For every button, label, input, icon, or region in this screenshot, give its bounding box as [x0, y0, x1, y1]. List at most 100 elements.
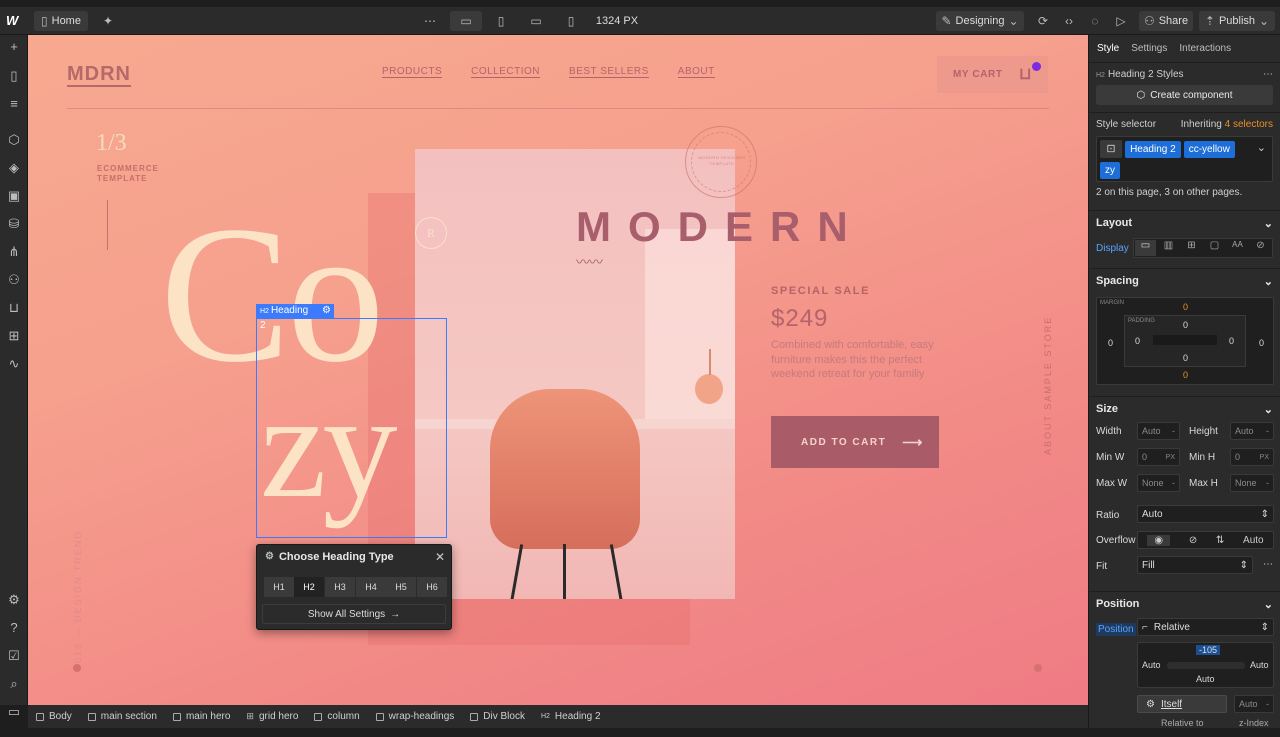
ratio-select[interactable]: Auto ⇕ [1137, 505, 1274, 523]
breadcrumb-wrap-headings[interactable]: wrap-headings [375, 711, 454, 722]
display-inline-block-icon[interactable]: ▢ [1204, 240, 1225, 256]
search-icon[interactable]: ⌕ [6, 676, 22, 692]
selector-heading-2[interactable]: Heading 2 [1125, 141, 1181, 158]
nav-about[interactable]: ABOUT [677, 66, 715, 78]
webflow-logo-icon[interactable]: W [6, 13, 22, 29]
heading-h6-button[interactable]: H6 [417, 577, 447, 597]
breadcrumb-main-section[interactable]: main section [87, 711, 157, 722]
more-icon[interactable]: ⋯ [1263, 69, 1273, 80]
overflow-scroll-icon[interactable]: ⇅ [1216, 535, 1224, 546]
video-icon[interactable]: ▭ [6, 704, 22, 720]
heading-h2-button[interactable]: H2 [294, 577, 324, 597]
site-logo[interactable]: MDRN [67, 63, 131, 87]
display-grid-icon[interactable]: ⊞ [1181, 240, 1202, 256]
nav-products[interactable]: PRODUCTS [382, 66, 443, 78]
selector-zy[interactable]: zy [1100, 162, 1120, 179]
users-icon[interactable]: ⚇ [6, 272, 22, 288]
breadcrumb-column[interactable]: column [314, 711, 360, 722]
design-canvas[interactable]: MDRN PRODUCTS COLLECTION BEST SELLERS AB… [28, 35, 1088, 705]
selector-field[interactable]: ⊡ Heading 2 cc-yellow ⌄ zy [1096, 136, 1273, 182]
padding-top-value[interactable]: 0 [1183, 320, 1188, 330]
display-block-icon[interactable]: ▭ [1135, 240, 1156, 256]
max-width-input[interactable]: None - [1137, 474, 1180, 492]
more-icon[interactable]: ⋯ [1263, 559, 1273, 570]
magic-wand-icon[interactable]: ✦ [98, 11, 118, 31]
publish-button[interactable]: ⇡ Publish ⌄ [1199, 11, 1275, 31]
add-to-cart-button[interactable]: ADD TO CART ⟶ [771, 416, 939, 468]
overflow-hidden-icon[interactable]: ⊘ [1189, 535, 1197, 546]
selector-cc-yellow[interactable]: cc-yellow [1183, 141, 1235, 158]
margin-bottom-value[interactable]: 0 [1183, 370, 1188, 380]
breadcrumb-main-hero[interactable]: main hero [172, 711, 230, 722]
breadcrumb-body[interactable]: Body [36, 711, 72, 722]
assets-icon[interactable]: ▣ [6, 188, 22, 204]
pages-icon[interactable]: ▯ [6, 68, 22, 84]
heading-h3-button[interactable]: H3 [325, 577, 355, 597]
relative-to-button[interactable]: ⚙ Itself [1137, 695, 1227, 713]
components-icon[interactable]: ⬡ [6, 132, 22, 148]
padding-bottom-value[interactable]: 0 [1183, 353, 1188, 363]
home-button[interactable]: ▯ Home [34, 11, 88, 31]
selected-element-tag[interactable]: H2 Heading 2 [256, 304, 320, 331]
desktop-breakpoint-icon[interactable]: ▭ [450, 11, 482, 31]
min-height-input[interactable]: 0 PX [1230, 448, 1274, 466]
tab-interactions[interactable]: Interactions [1179, 43, 1231, 54]
audit-icon[interactable]: ☑ [6, 648, 22, 664]
position-right-value[interactable]: Auto [1250, 660, 1269, 670]
inheriting-count[interactable]: 4 selectors [1225, 119, 1273, 130]
max-height-input[interactable]: None - [1230, 474, 1274, 492]
cms-icon[interactable]: ⛁ [6, 216, 22, 232]
display-inline-icon[interactable]: AA [1227, 240, 1248, 256]
help-icon[interactable]: ? [6, 620, 22, 636]
close-icon[interactable]: ✕ [435, 550, 445, 564]
ecommerce-icon[interactable]: ⊔ [6, 300, 22, 316]
display-flex-icon[interactable]: ▥ [1158, 240, 1179, 256]
nav-collection[interactable]: COLLECTION [471, 66, 541, 78]
chevron-down-icon[interactable]: ⌄ [1264, 275, 1273, 288]
share-button[interactable]: ⚇ Share [1139, 11, 1193, 31]
element-settings-gear-icon[interactable]: ⚙ [320, 304, 334, 318]
selector-mode-icon[interactable]: ⊡ [1100, 140, 1122, 158]
width-input[interactable]: Auto - [1137, 422, 1180, 440]
margin-top-value[interactable]: 0 [1183, 302, 1188, 312]
tab-style[interactable]: Style [1097, 43, 1119, 54]
mobile-portrait-breakpoint-icon[interactable]: ▯ [561, 11, 581, 31]
position-bottom-value[interactable]: Auto [1196, 674, 1215, 684]
z-index-input[interactable]: Auto - [1234, 695, 1274, 713]
padding-right-value[interactable]: 0 [1229, 336, 1234, 346]
position-left-value[interactable]: Auto [1142, 660, 1161, 670]
navigator-icon[interactable]: ≡ [6, 96, 22, 112]
tablet-breakpoint-icon[interactable]: ▯ [491, 11, 511, 31]
add-elements-icon[interactable]: + [6, 39, 22, 55]
height-input[interactable]: Auto - [1230, 422, 1274, 440]
activity-icon[interactable]: ∿ [6, 356, 22, 372]
position-top-value[interactable]: -105 [1196, 645, 1221, 655]
apps-icon[interactable]: ⊞ [6, 328, 22, 344]
heading-h4-button[interactable]: H4 [356, 577, 386, 597]
margin-right-value[interactable]: 0 [1259, 338, 1264, 348]
overflow-visible-icon[interactable]: ◉ [1147, 534, 1171, 546]
heading-h1-button[interactable]: H1 [264, 577, 294, 597]
chevron-down-icon[interactable]: ⌄ [1264, 403, 1273, 416]
margin-left-value[interactable]: 0 [1108, 338, 1113, 348]
more-icon[interactable]: ⋯ [420, 11, 440, 31]
overflow-auto-option[interactable]: Auto [1243, 535, 1264, 546]
chevron-down-icon[interactable]: ⌄ [1264, 217, 1273, 230]
heading-h5-button[interactable]: H5 [386, 577, 416, 597]
breadcrumb-grid-hero[interactable]: ⊞ grid hero [246, 711, 298, 722]
settings-icon[interactable]: ⚙ [6, 592, 22, 608]
min-width-input[interactable]: 0 PX [1137, 448, 1180, 466]
preview-play-icon[interactable]: ▷ [1112, 11, 1130, 31]
fit-select[interactable]: Fill ⇕ [1137, 556, 1253, 574]
create-component-button[interactable]: ⬡ Create component [1096, 85, 1273, 105]
mobile-landscape-breakpoint-icon[interactable]: ▭ [526, 11, 546, 31]
sync-icon[interactable]: ⟳ [1034, 11, 1052, 31]
chevron-down-icon[interactable]: ⌄ [1257, 141, 1266, 154]
display-none-icon[interactable]: ⊘ [1250, 240, 1271, 256]
breadcrumb-heading-2[interactable]: H2 Heading 2 [541, 711, 601, 722]
tab-settings[interactable]: Settings [1131, 43, 1167, 54]
position-select[interactable]: ⌐ Relative ⇕ [1137, 618, 1274, 636]
breadcrumb-div-block[interactable]: Div Block [470, 711, 525, 722]
cart-button[interactable]: MY CART ⊔ [937, 56, 1048, 93]
chevron-down-icon[interactable]: ⌄ [1264, 598, 1273, 611]
